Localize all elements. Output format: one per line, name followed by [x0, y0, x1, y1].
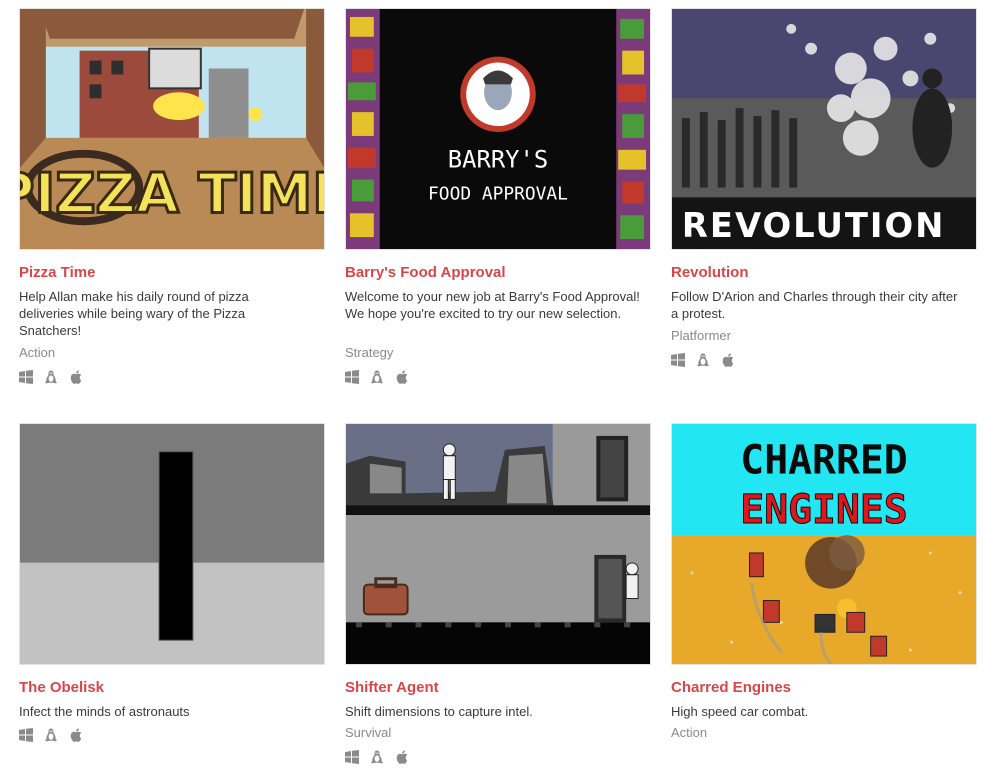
thumbnail-logo-subtext: FOOD APPROVAL — [428, 183, 568, 204]
linux-icon — [44, 728, 58, 742]
game-thumbnail[interactable]: REVOLUTION — [671, 8, 977, 250]
windows-icon — [671, 353, 685, 367]
platform-list — [671, 353, 743, 367]
linux-icon — [696, 353, 710, 367]
windows-icon — [345, 370, 359, 384]
game-genre: Action — [19, 345, 56, 360]
linux-icon — [370, 750, 384, 764]
game-genre: Strategy — [345, 345, 394, 360]
apple-icon — [396, 750, 410, 764]
game-title[interactable]: Pizza Time — [19, 264, 95, 281]
thumbnail-logo-text: BARRY'S — [448, 146, 548, 174]
game-description: High speed car combat. — [671, 704, 809, 719]
apple-icon — [70, 370, 84, 384]
thumbnail-logo-text: CHARRED — [740, 438, 907, 484]
game-description: Shift dimensions to capture intel. — [345, 704, 533, 719]
thumbnail-logo-text: REVOLUTION — [682, 206, 945, 245]
game-title[interactable]: Charred Engines — [671, 679, 791, 696]
thumbnail-logo-subtext: ENGINES — [740, 487, 907, 533]
game-thumbnail[interactable] — [19, 423, 325, 665]
apple-icon — [722, 353, 736, 367]
windows-icon — [345, 750, 359, 764]
game-thumbnail[interactable]: CHARRED ENGINES — [671, 423, 977, 665]
apple-icon — [70, 728, 84, 742]
linux-icon — [370, 370, 384, 384]
game-description: Help Allan make his daily round of pizza… — [19, 289, 249, 338]
game-title[interactable]: Barry's Food Approval — [345, 264, 506, 281]
platform-list — [19, 370, 91, 384]
game-description: Infect the minds of astronauts — [19, 704, 190, 719]
apple-icon — [396, 370, 410, 384]
game-thumbnail[interactable] — [345, 423, 651, 665]
windows-icon — [19, 370, 33, 384]
game-title[interactable]: Shifter Agent — [345, 679, 439, 696]
game-genre: Platformer — [671, 328, 731, 343]
game-genre: Action — [671, 725, 708, 740]
game-description: Follow D'Arion and Charles through their… — [671, 289, 958, 321]
platform-list — [345, 750, 417, 764]
game-thumbnail[interactable]: BARRY'S FOOD APPROVAL — [345, 8, 651, 250]
thumbnail-logo-text: PIZZA TIME — [20, 161, 324, 226]
linux-icon — [44, 370, 58, 384]
game-description: Welcome to your new job at Barry's Food … — [345, 289, 640, 321]
platform-list — [19, 728, 91, 742]
game-title[interactable]: Revolution — [671, 264, 749, 281]
game-thumbnail[interactable]: PIZZA TIME — [19, 8, 325, 250]
game-title[interactable]: The Obelisk — [19, 679, 104, 696]
windows-icon — [19, 728, 33, 742]
game-genre: Survival — [345, 725, 392, 740]
platform-list — [345, 370, 417, 384]
